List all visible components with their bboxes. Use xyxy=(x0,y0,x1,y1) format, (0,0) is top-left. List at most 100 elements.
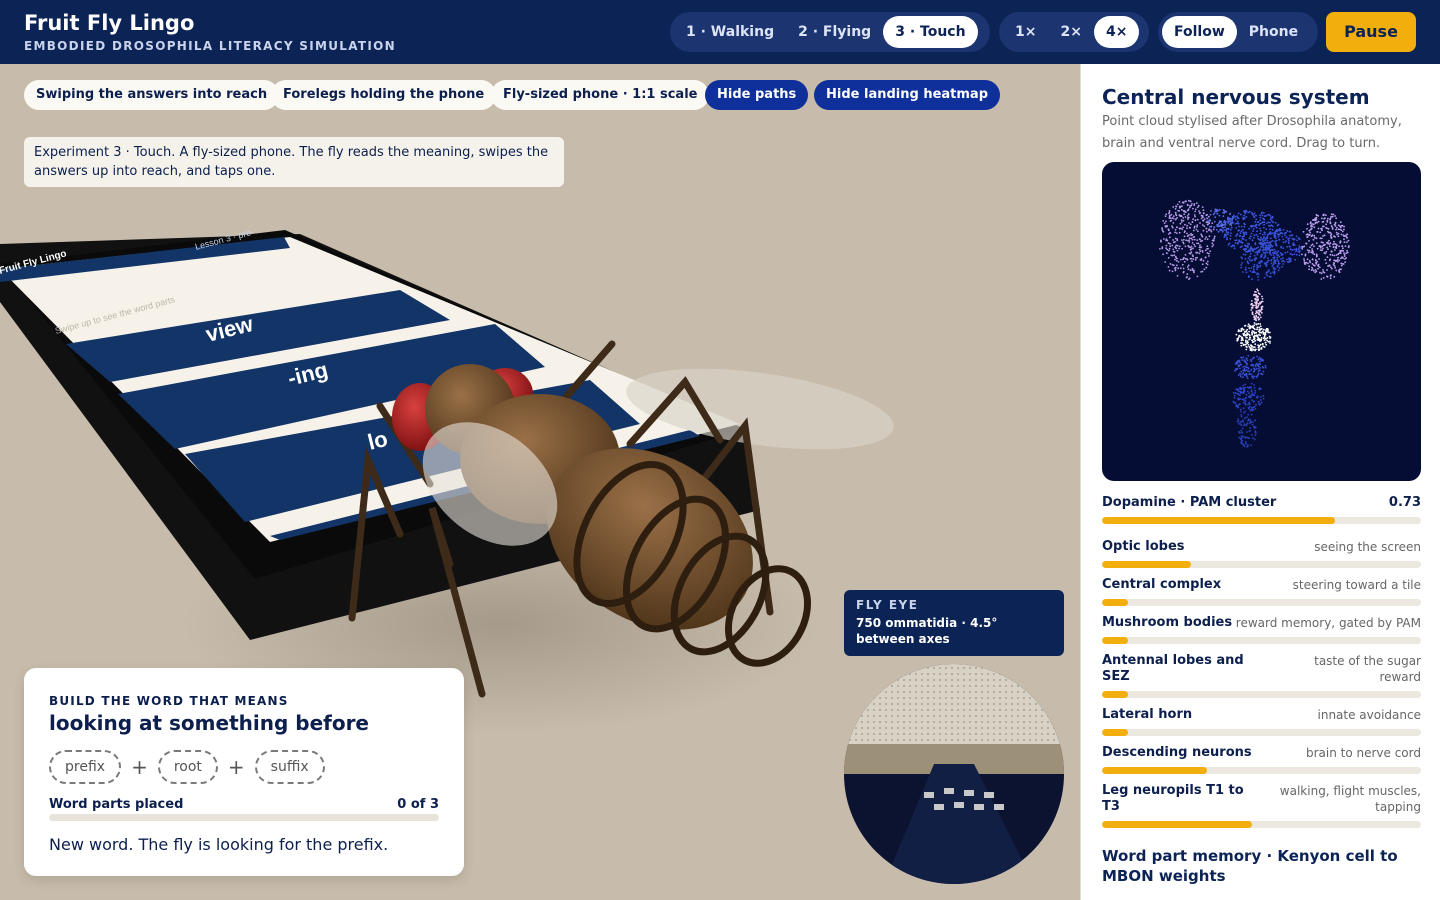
brain-point xyxy=(1195,228,1198,231)
camera-phone-button[interactable]: Phone xyxy=(1237,16,1310,48)
brain-point xyxy=(1245,336,1248,339)
brain-point xyxy=(1214,210,1217,213)
brain-point xyxy=(1204,238,1207,240)
brain-point-cloud[interactable] xyxy=(1102,162,1421,481)
brain-point xyxy=(1285,236,1288,239)
brain-point xyxy=(1244,443,1247,445)
simulation-viewport[interactable]: Fruit Fly Lingo Lesson 3 · pre- Swipe up… xyxy=(0,64,1080,900)
brain-point xyxy=(1252,270,1255,273)
brain-point xyxy=(1258,311,1261,313)
ommatidium xyxy=(1053,739,1055,741)
brain-point xyxy=(1295,235,1298,238)
ommatidium xyxy=(1011,703,1013,705)
brain-point xyxy=(1168,269,1171,272)
brain-point xyxy=(1259,219,1262,222)
brain-point xyxy=(1244,266,1247,269)
brain-point xyxy=(1320,272,1323,275)
brain-point xyxy=(1285,258,1288,261)
brain-point xyxy=(1224,224,1227,226)
brain-point xyxy=(1257,367,1260,370)
speed-1x-button[interactable]: 1× xyxy=(1003,16,1048,48)
pause-button[interactable]: Pause xyxy=(1326,12,1416,52)
brain-point xyxy=(1248,249,1250,251)
brain-point xyxy=(1265,214,1268,217)
brain-point xyxy=(1343,225,1345,228)
ommatidium xyxy=(891,703,893,705)
brain-point xyxy=(1266,234,1269,236)
brain-point xyxy=(1250,303,1252,306)
brain-point xyxy=(1265,271,1268,274)
brain-point xyxy=(1234,218,1237,221)
brain-point xyxy=(1259,223,1261,225)
brain-point xyxy=(1271,265,1274,268)
ommatidium xyxy=(963,709,965,711)
hide-paths-button[interactable]: Hide paths xyxy=(705,80,809,110)
brain-point xyxy=(1248,437,1250,440)
brain-point xyxy=(1186,203,1189,206)
brain-point xyxy=(1245,233,1248,235)
experiment-touch-button[interactable]: 3 · Touch xyxy=(883,16,978,48)
speed-2x-button[interactable]: 2× xyxy=(1048,16,1093,48)
ommatidium xyxy=(951,727,953,729)
brain-point xyxy=(1184,216,1187,218)
brain-point xyxy=(1185,239,1187,242)
brain-point xyxy=(1240,342,1243,344)
camera-follow-button[interactable]: Follow xyxy=(1162,16,1237,48)
brain-point xyxy=(1198,246,1201,249)
ommatidium xyxy=(885,721,887,723)
root-slot[interactable]: root xyxy=(157,750,218,784)
ommatidium xyxy=(939,673,941,675)
brain-point xyxy=(1331,215,1334,218)
brain-point xyxy=(1331,228,1334,230)
brain-point xyxy=(1276,258,1279,261)
brain-point xyxy=(1240,344,1243,347)
ommatidium xyxy=(1023,739,1025,741)
ommatidium xyxy=(915,733,917,735)
brain-point xyxy=(1182,271,1185,274)
brain-point xyxy=(1210,229,1212,231)
brain-point xyxy=(1252,346,1255,349)
ommatidium xyxy=(891,721,893,723)
prefix-slot[interactable]: prefix xyxy=(49,750,122,784)
speed-4x-button[interactable]: 4× xyxy=(1093,16,1140,48)
experiment-walking-button[interactable]: 1 · Walking xyxy=(674,16,786,48)
suffix-slot[interactable]: suffix xyxy=(254,750,325,784)
brain-point xyxy=(1196,275,1199,278)
brain-point xyxy=(1249,347,1252,349)
brain-point xyxy=(1165,213,1168,216)
ommatidium xyxy=(969,691,971,693)
brain-point xyxy=(1245,339,1247,342)
brain-point xyxy=(1188,222,1190,224)
ommatidium xyxy=(1035,733,1037,735)
ommatidium xyxy=(1029,727,1031,729)
region-activity-bar xyxy=(1102,599,1421,606)
brain-point xyxy=(1251,406,1253,409)
brain-point xyxy=(1242,376,1244,378)
ommatidium xyxy=(1053,733,1055,735)
plus-sign: + xyxy=(227,755,245,779)
ommatidium xyxy=(993,715,995,717)
ommatidium xyxy=(939,715,941,717)
region-name: Descending neurons xyxy=(1102,745,1252,760)
brain-point xyxy=(1259,216,1262,219)
ommatidium xyxy=(951,697,953,699)
brain-point xyxy=(1182,217,1185,219)
brain-point xyxy=(1250,444,1252,446)
hide-heatmap-button[interactable]: Hide landing heatmap xyxy=(814,80,1000,110)
brain-point xyxy=(1251,375,1254,378)
ommatidium xyxy=(897,715,899,717)
brain-point xyxy=(1254,349,1257,352)
brain-point xyxy=(1171,217,1174,219)
brain-point xyxy=(1234,242,1237,244)
brain-point xyxy=(1246,377,1249,379)
brain-point xyxy=(1241,241,1244,244)
brain-point xyxy=(1261,305,1264,308)
experiment-flying-button[interactable]: 2 · Flying xyxy=(786,16,883,48)
brain-point xyxy=(1244,437,1247,439)
brain-point xyxy=(1193,236,1196,238)
brain-point xyxy=(1260,238,1262,240)
brain-point xyxy=(1266,237,1269,240)
brain-point xyxy=(1278,233,1281,236)
ommatidium xyxy=(1011,721,1013,723)
brain-point xyxy=(1250,245,1252,248)
